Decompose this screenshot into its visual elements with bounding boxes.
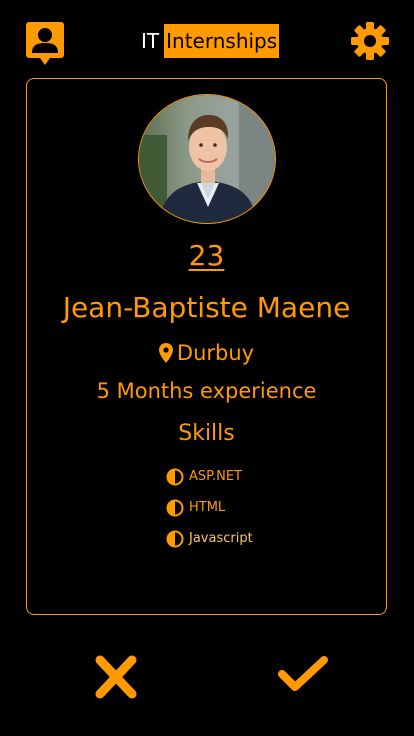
skill-name: Javascript [189,531,253,546]
candidate-age[interactable]: 23 [27,239,386,272]
half-circle-icon [166,468,184,485]
candidate-location: Durbuy [27,341,386,365]
like-button[interactable] [277,655,329,693]
logo-name: Internships [164,24,280,58]
logo-prefix: IT [141,29,160,53]
candidate-avatar [138,94,276,224]
skill-item: Javascript [166,523,253,554]
skill-name: HTML [189,500,226,515]
skill-item: HTML [166,492,253,523]
candidate-card[interactable]: 23 Jean-Baptiste Maene Durbuy 5 Months e… [26,78,387,615]
candidate-name: Jean-Baptiste Maene [62,291,351,324]
settings-button[interactable] [350,21,390,61]
user-profile-icon [26,22,64,65]
cross-icon [95,655,137,699]
half-circle-icon [166,499,184,516]
half-circle-icon [166,530,184,547]
app-logo: IT Internships [141,24,280,58]
skills-heading: Skills [178,421,235,446]
dislike-button[interactable] [93,655,139,699]
profile-button[interactable] [26,22,64,66]
app-header: IT Internships [0,0,414,78]
checkmark-icon [278,656,328,691]
candidate-experience: 5 Months experience [96,379,317,403]
skill-name: ASP.NET [189,469,242,484]
skills-list: ASP.NET HTML Javascript [166,461,253,554]
location-text: Durbuy [176,341,255,365]
avatar-photo [139,95,275,223]
gear-icon [351,22,389,60]
map-pin-icon [158,343,173,363]
skill-item: ASP.NET [166,461,253,492]
